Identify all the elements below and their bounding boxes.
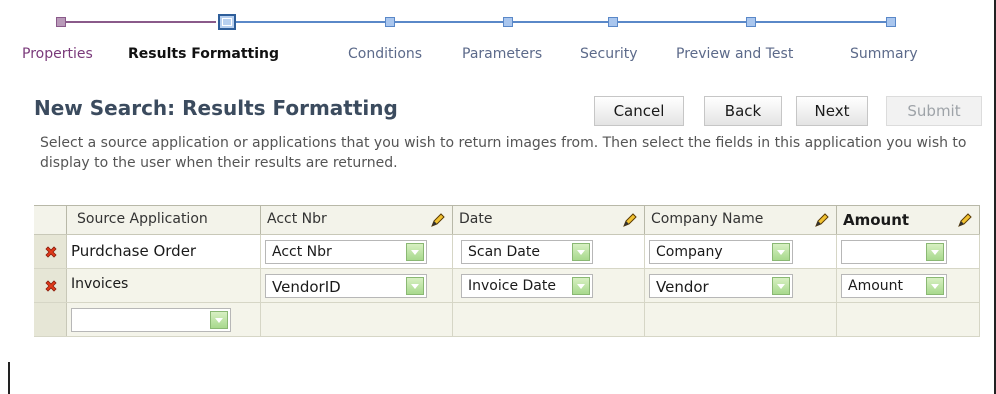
column-header-source-application: Source Application xyxy=(67,206,261,234)
train-step-conditions-marker[interactable] xyxy=(385,17,395,27)
column-header-company-name: Company Name xyxy=(645,206,837,234)
train-step-results-formatting: Results Formatting xyxy=(128,46,279,62)
row-header xyxy=(34,303,67,336)
source-application-value: Purdchase Order xyxy=(71,242,197,260)
date-cell: Invoice Date xyxy=(453,269,645,302)
dropdown-arrow-icon[interactable] xyxy=(926,243,944,261)
date-select[interactable]: Invoice Date xyxy=(461,274,593,298)
train-connector-todo xyxy=(236,21,896,23)
acct-nbr-cell: Acct Nbr xyxy=(261,235,453,268)
select-value: Amount xyxy=(848,278,904,294)
train-step-results-formatting-marker xyxy=(218,14,236,30)
dropdown-arrow-icon[interactable] xyxy=(406,243,424,261)
empty-cell xyxy=(837,303,980,336)
acct-nbr-cell: VendorID xyxy=(261,269,453,302)
company-name-select[interactable]: Vendor xyxy=(649,274,793,298)
train-step-summary[interactable]: Summary xyxy=(850,46,918,62)
company-name-select[interactable]: Company xyxy=(649,240,793,264)
company-name-cell: Vendor xyxy=(645,269,837,302)
amount-cell: Amount xyxy=(837,269,980,302)
train-connector-done xyxy=(66,21,216,23)
column-header-label: Date xyxy=(459,211,493,227)
dropdown-arrow-icon[interactable] xyxy=(210,311,228,329)
submit-button: Submit xyxy=(886,96,982,126)
table-row: Purdchase Order Acct Nbr Scan Date Compa… xyxy=(34,235,980,269)
column-header-label: Amount xyxy=(843,211,910,229)
dropdown-arrow-icon[interactable] xyxy=(572,277,590,295)
train-step-parameters-marker[interactable] xyxy=(503,17,513,27)
acct-nbr-select[interactable]: Acct Nbr xyxy=(265,240,427,264)
pencil-icon[interactable] xyxy=(957,212,973,228)
page-title: New Search: Results Formatting xyxy=(34,96,398,120)
back-button[interactable]: Back xyxy=(704,96,782,126)
window-left-border xyxy=(8,362,10,394)
delete-x-icon[interactable] xyxy=(43,244,59,260)
date-select[interactable]: Scan Date xyxy=(461,240,593,264)
empty-cell xyxy=(453,303,645,336)
select-value: Company xyxy=(656,244,723,260)
row-header xyxy=(34,269,67,302)
dropdown-arrow-icon[interactable] xyxy=(926,277,944,295)
dropdown-arrow-icon[interactable] xyxy=(572,243,590,261)
pencil-icon[interactable] xyxy=(430,212,446,228)
select-value: Vendor xyxy=(656,278,709,296)
select-value: Scan Date xyxy=(468,244,540,260)
select-value: Acct Nbr xyxy=(272,244,332,260)
dropdown-arrow-icon[interactable] xyxy=(406,277,424,295)
column-header-label: Acct Nbr xyxy=(267,211,327,227)
train-step-properties[interactable]: Properties xyxy=(22,46,93,62)
delete-x-icon[interactable] xyxy=(43,278,59,294)
source-application-cell xyxy=(67,303,261,336)
acct-nbr-select[interactable]: VendorID xyxy=(265,274,427,298)
amount-select[interactable]: Amount xyxy=(841,274,947,298)
train-step-preview-marker[interactable] xyxy=(746,17,756,27)
source-application-cell: Purdchase Order xyxy=(67,235,261,268)
select-value: Invoice Date xyxy=(468,278,556,294)
table-row: Invoices VendorID Invoice Date Vendor Am… xyxy=(34,269,980,303)
train-step-preview-and-test[interactable]: Preview and Test xyxy=(676,46,793,62)
company-name-cell: Company xyxy=(645,235,837,268)
date-cell: Scan Date xyxy=(453,235,645,268)
dropdown-arrow-icon[interactable] xyxy=(772,243,790,261)
train-step-conditions[interactable]: Conditions xyxy=(348,46,422,62)
column-header-amount: Amount xyxy=(837,206,980,234)
train-step-security-marker[interactable] xyxy=(608,17,618,27)
instructions-text: Select a source application or applicati… xyxy=(40,135,967,171)
source-application-select[interactable] xyxy=(71,308,231,332)
column-header-label: Company Name xyxy=(651,211,764,227)
source-application-value: Invoices xyxy=(71,276,129,292)
train-step-security[interactable]: Security xyxy=(580,46,638,62)
empty-cell xyxy=(645,303,837,336)
pencil-icon[interactable] xyxy=(814,212,830,228)
train-step-summary-marker[interactable] xyxy=(886,17,896,27)
train-step-properties-marker[interactable] xyxy=(56,17,66,27)
table-header-row: Source Application Acct Nbr Date Company… xyxy=(34,205,980,235)
select-value: VendorID xyxy=(272,278,341,296)
amount-cell xyxy=(837,235,980,268)
cancel-button[interactable]: Cancel xyxy=(594,96,684,126)
empty-cell xyxy=(261,303,453,336)
table-new-row xyxy=(34,303,980,337)
column-header-date: Date xyxy=(453,206,645,234)
source-application-cell: Invoices xyxy=(67,269,261,302)
next-button[interactable]: Next xyxy=(796,96,868,126)
amount-select[interactable] xyxy=(841,240,947,264)
column-header-acct-nbr: Acct Nbr xyxy=(261,206,453,234)
dropdown-arrow-icon[interactable] xyxy=(772,277,790,295)
row-header xyxy=(34,235,67,268)
pencil-icon[interactable] xyxy=(622,212,638,228)
row-header-spacer xyxy=(34,206,67,234)
train-step-parameters[interactable]: Parameters xyxy=(462,46,542,62)
